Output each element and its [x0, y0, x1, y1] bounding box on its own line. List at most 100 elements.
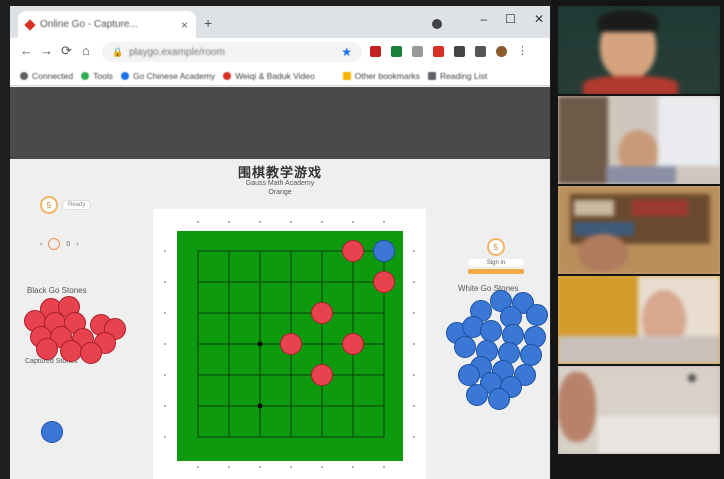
- coordinate-dot: [352, 221, 354, 223]
- home-icon[interactable]: ⌂: [82, 43, 90, 58]
- bookmark-item[interactable]: Go Chinese Academy: [120, 70, 216, 81]
- coordinate-dot: [164, 436, 166, 438]
- coordinate-dot: [259, 466, 261, 468]
- blue-stone[interactable]: [373, 240, 395, 262]
- close-window-icon[interactable]: ✕: [534, 12, 544, 26]
- extension-icon[interactable]: [370, 46, 381, 57]
- right-player-bar: [468, 269, 524, 274]
- subtitle-line: Gauss Math Academy: [245, 180, 315, 187]
- bookmark-label: Other bookmarks: [354, 70, 420, 81]
- game-subtitle: Gauss Math Academy Orange: [10, 179, 550, 197]
- account-icon[interactable]: [432, 19, 442, 29]
- left-stone-counter: ‹ 0 ›: [40, 238, 79, 250]
- video-tile-host[interactable]: [558, 6, 720, 94]
- blue-stone[interactable]: [41, 421, 63, 443]
- extension-icon[interactable]: [412, 46, 423, 57]
- increment-icon[interactable]: ›: [76, 241, 78, 248]
- extension-icon[interactable]: [433, 46, 444, 57]
- bookmark-item[interactable]: Tools: [81, 71, 113, 81]
- red-stone[interactable]: [342, 333, 364, 355]
- black-stones-label: Black Go Stones: [27, 286, 87, 295]
- red-pile-stone[interactable]: [80, 342, 102, 364]
- bookmark-star-icon[interactable]: ★: [341, 45, 352, 59]
- white-stones-label: White Go Stones: [458, 284, 519, 293]
- coordinate-dot: [197, 221, 199, 223]
- blue-pile-stone[interactable]: [454, 336, 476, 358]
- blue-pile-stone[interactable]: [488, 388, 510, 410]
- site-favicon-icon: [24, 18, 36, 31]
- maximize-icon[interactable]: ☐: [505, 12, 516, 26]
- counter-icon: [48, 238, 61, 250]
- bookmark-item[interactable]: Other bookmarks: [342, 70, 420, 81]
- window-controls: – ☐ ✕: [480, 12, 544, 26]
- coordinate-dot: [413, 312, 415, 314]
- folder-icon: [342, 71, 351, 80]
- extension-icon[interactable]: [391, 46, 402, 57]
- decrement-icon[interactable]: ‹: [40, 241, 42, 248]
- red-stone[interactable]: [342, 240, 364, 262]
- red-pile-stone[interactable]: [60, 340, 82, 362]
- coordinate-dot: [164, 281, 166, 283]
- red-stone[interactable]: [373, 271, 395, 293]
- blue-pile-stone[interactable]: [466, 384, 488, 406]
- bookmark-item[interactable]: Connected: [20, 71, 73, 81]
- go-board[interactable]: [153, 209, 426, 479]
- blue-pile-stone[interactable]: [480, 320, 502, 342]
- video-tile-participant[interactable]: [558, 276, 720, 364]
- red-stone[interactable]: [280, 333, 302, 355]
- coordinate-dot: [259, 221, 261, 223]
- address-bar[interactable]: 🔒 playgo.example/room ★: [102, 42, 362, 62]
- puzzle-icon[interactable]: [475, 46, 486, 57]
- blue-pile-stone[interactable]: [520, 344, 542, 366]
- video-tile-participant[interactable]: [558, 96, 720, 184]
- coordinate-dot: [164, 250, 166, 252]
- blue-pile-stone[interactable]: [458, 364, 480, 386]
- coordinate-dot: [228, 221, 230, 223]
- reload-icon[interactable]: ⟳: [61, 43, 72, 59]
- right-player-status[interactable]: Sign in: [468, 259, 524, 267]
- bookmark-label: Reading List: [439, 70, 488, 81]
- red-pile-stone[interactable]: [36, 338, 58, 360]
- blue-pile-stone[interactable]: [526, 304, 548, 326]
- new-tab-icon[interactable]: +: [204, 15, 212, 31]
- close-tab-icon[interactable]: ×: [181, 18, 188, 32]
- video-tile-participant[interactable]: [558, 366, 720, 454]
- coordinate-dot: [413, 281, 415, 283]
- active-tab[interactable]: Online Go - Capture... ×: [18, 11, 196, 38]
- coordinate-dot: [413, 436, 415, 438]
- coordinate-dot: [413, 250, 415, 252]
- tab-title: Online Go - Capture...: [40, 19, 138, 30]
- coordinate-dot: [383, 221, 385, 223]
- back-icon[interactable]: ←: [20, 43, 33, 58]
- bookmark-item[interactable]: Weiqi & Baduk Video: [223, 71, 315, 81]
- forward-icon[interactable]: →: [40, 43, 53, 58]
- extensions-area: ⋮: [370, 46, 528, 57]
- star-point: [257, 341, 263, 347]
- coordinate-dot: [164, 343, 166, 345]
- timer-icon: 5: [487, 238, 505, 256]
- menu-dots-icon[interactable]: ⋮: [517, 46, 528, 57]
- bookmark-label: Go Chinese Academy: [132, 70, 216, 81]
- coordinate-dot: [290, 466, 292, 468]
- coordinate-dot: [164, 405, 166, 407]
- right-player-timer: 5 Sign in: [468, 238, 524, 274]
- minimize-icon[interactable]: –: [480, 12, 487, 26]
- coordinate-dot: [164, 312, 166, 314]
- coordinate-dot: [228, 466, 230, 468]
- red-stone[interactable]: [311, 364, 333, 386]
- address-url[interactable]: playgo.example/room: [129, 47, 335, 58]
- bookmark-item[interactable]: Reading List: [427, 70, 488, 81]
- coordinate-dot: [413, 343, 415, 345]
- star-point: [257, 403, 263, 409]
- extension-icon[interactable]: [454, 46, 465, 57]
- tab-bar: Online Go - Capture... × + – ☐ ✕: [10, 6, 550, 38]
- page-header-banner: [10, 87, 550, 159]
- video-tile-participant[interactable]: [558, 186, 720, 274]
- board-canvas[interactable]: [153, 209, 426, 479]
- coordinate-dot: [413, 374, 415, 376]
- coordinate-dot: [164, 374, 166, 376]
- ready-pill[interactable]: Ready: [62, 200, 92, 210]
- red-stone[interactable]: [311, 302, 333, 324]
- profile-icon[interactable]: [496, 46, 507, 57]
- coordinate-dot: [197, 466, 199, 468]
